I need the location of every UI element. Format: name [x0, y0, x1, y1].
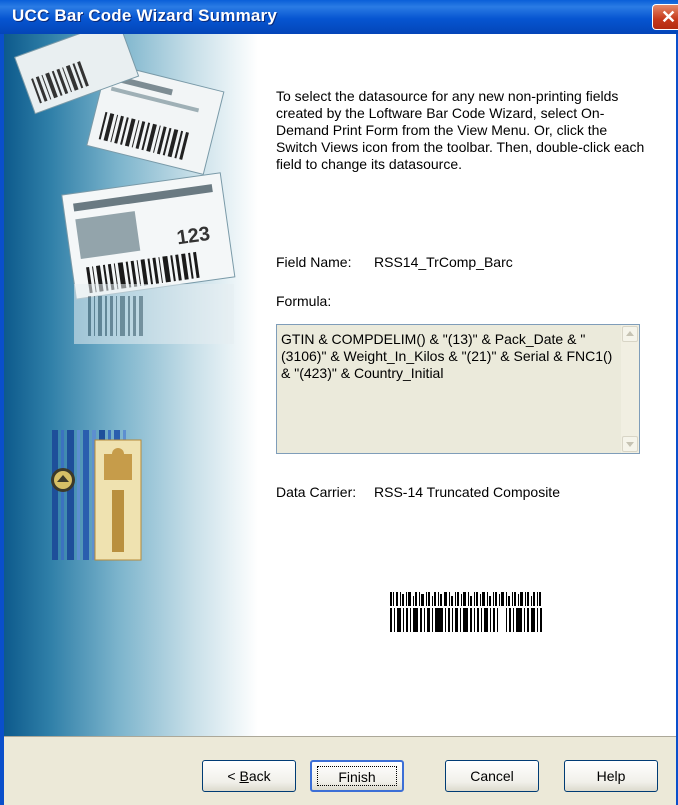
- scroll-up-arrow-icon[interactable]: [622, 326, 638, 342]
- barcode-preview: [390, 592, 542, 632]
- close-button[interactable]: ✕: [652, 4, 678, 30]
- field-name-label: Field Name:: [276, 254, 352, 270]
- shipping-label-4: [74, 284, 234, 344]
- data-carrier-label: Data Carrier:: [276, 484, 357, 500]
- composite-component: [390, 592, 541, 606]
- cancel-button[interactable]: Cancel: [445, 760, 539, 792]
- formula-scrollbar[interactable]: [621, 325, 639, 453]
- finish-button-label: Finish: [338, 769, 376, 785]
- formula-label: Formula:: [276, 293, 332, 309]
- stripes-logo: [51, 430, 142, 561]
- instructions-text: To select the datasource for any new non…: [276, 88, 645, 172]
- back-rest-text: ack: [248, 768, 271, 784]
- formula-textbox[interactable]: GTIN & COMPDELIM() & "(13)" & Pack_Date …: [276, 324, 640, 454]
- scroll-down-arrow-icon[interactable]: [622, 436, 638, 452]
- back-mnemonic: B: [239, 768, 249, 784]
- formula-text: GTIN & COMPDELIM() & "(13)" & Pack_Date …: [281, 331, 613, 381]
- back-arrow-text: <: [227, 768, 240, 784]
- close-icon: ✕: [661, 7, 677, 27]
- data-carrier-value: RSS-14 Truncated Composite: [374, 484, 560, 500]
- wizard-side-graphic: 123: [4, 34, 258, 736]
- back-button[interactable]: < Back: [202, 760, 296, 792]
- labels-illustration: 123: [14, 34, 236, 561]
- field-name-value: RSS14_TrComp_Barc: [374, 254, 513, 270]
- label-number: 123: [175, 223, 211, 249]
- shipping-label-1: 123: [61, 172, 236, 300]
- window-title: UCC Bar Code Wizard Summary: [12, 6, 278, 25]
- finish-button[interactable]: Finish: [310, 760, 404, 792]
- title-bar[interactable]: UCC Bar Code Wizard Summary ✕: [0, 0, 678, 34]
- footer-separator: [4, 736, 676, 737]
- back-button-label: < Back: [227, 768, 270, 784]
- help-button[interactable]: Help: [564, 760, 658, 792]
- cancel-button-label: Cancel: [470, 768, 514, 784]
- linear-component: [390, 608, 542, 632]
- help-button-label: Help: [596, 768, 626, 784]
